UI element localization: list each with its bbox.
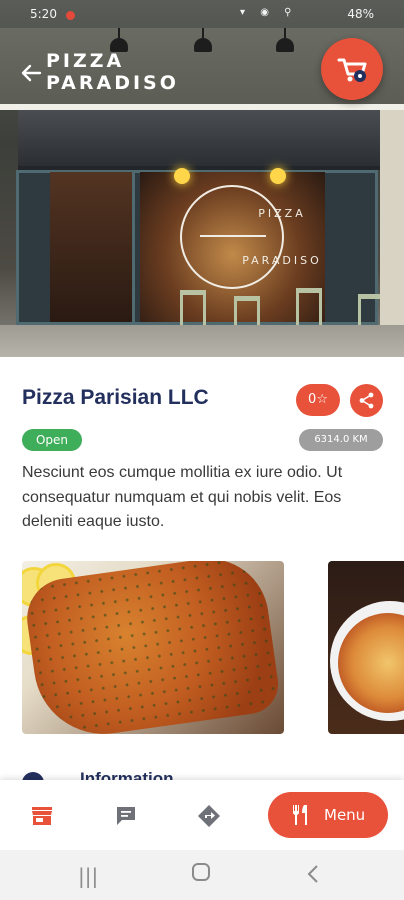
lamp-light — [174, 168, 190, 184]
restaurant-details: Pizza Parisian LLC 0☆ Open 6314.0 KM Nes… — [0, 357, 404, 789]
notification-dot-icon — [66, 11, 75, 20]
shop-door — [50, 172, 135, 322]
star-icon: ☆ — [316, 392, 328, 407]
arrow-left-icon[interactable] — [20, 62, 42, 84]
home-icon[interactable] — [191, 862, 211, 887]
rating-button[interactable]: 0☆ — [296, 384, 340, 416]
recent-apps-icon[interactable]: ||| — [78, 864, 98, 888]
photo-gallery[interactable] — [22, 561, 404, 736]
window-logo-bar — [200, 235, 266, 237]
gallery-photo-salmon[interactable] — [22, 561, 284, 734]
window-logo: PIZZA PARADISO — [180, 185, 319, 289]
restaurant-description: Nesciunt eos cumque mollitia ex iure odi… — [22, 464, 343, 530]
restaurant-name: Pizza Parisian LLC — [22, 386, 209, 409]
directions-icon[interactable] — [197, 804, 221, 828]
share-button[interactable] — [350, 384, 383, 417]
bottom-navigation: Menu — [0, 780, 404, 850]
status-badge: Open — [22, 429, 82, 451]
chair — [296, 288, 322, 330]
menu-button-label: Menu — [324, 806, 366, 824]
share-icon — [359, 392, 374, 409]
brand-logo-line2: PARADISO — [46, 72, 179, 94]
distance-badge: 6314.0 KM — [299, 429, 383, 451]
cart-icon — [337, 58, 367, 82]
status-bar: 5:20 ▾ ◉ ⚲ 48% — [0, 0, 404, 28]
side-wall — [380, 110, 404, 330]
store-icon[interactable] — [30, 804, 54, 828]
back-nav-icon[interactable] — [306, 864, 320, 889]
brand-logo-line1: PIZZA — [46, 50, 125, 72]
cart-button[interactable] — [321, 38, 383, 100]
gallery-photo-pizza[interactable] — [328, 561, 404, 734]
ceiling-lamp — [276, 28, 294, 52]
window-logo-bottom: PARADISO — [242, 254, 322, 267]
sidewalk — [0, 325, 404, 357]
chat-icon[interactable] — [114, 804, 138, 828]
brand-logo: PIZZA PARADISO — [46, 50, 179, 94]
battery-level: 48% — [347, 7, 374, 21]
status-time: 5:20 — [30, 7, 57, 21]
menu-button[interactable]: Menu — [268, 792, 388, 838]
salmon-fillet — [22, 561, 282, 734]
window-logo-top: PIZZA — [258, 207, 306, 220]
system-navigation-bar: ||| — [0, 850, 404, 900]
ceiling-lamp — [194, 28, 212, 52]
cutlery-icon — [292, 805, 307, 825]
lamp-light — [270, 168, 286, 184]
status-icons: ▾ ◉ ⚲ — [240, 7, 298, 18]
awning — [18, 110, 402, 170]
